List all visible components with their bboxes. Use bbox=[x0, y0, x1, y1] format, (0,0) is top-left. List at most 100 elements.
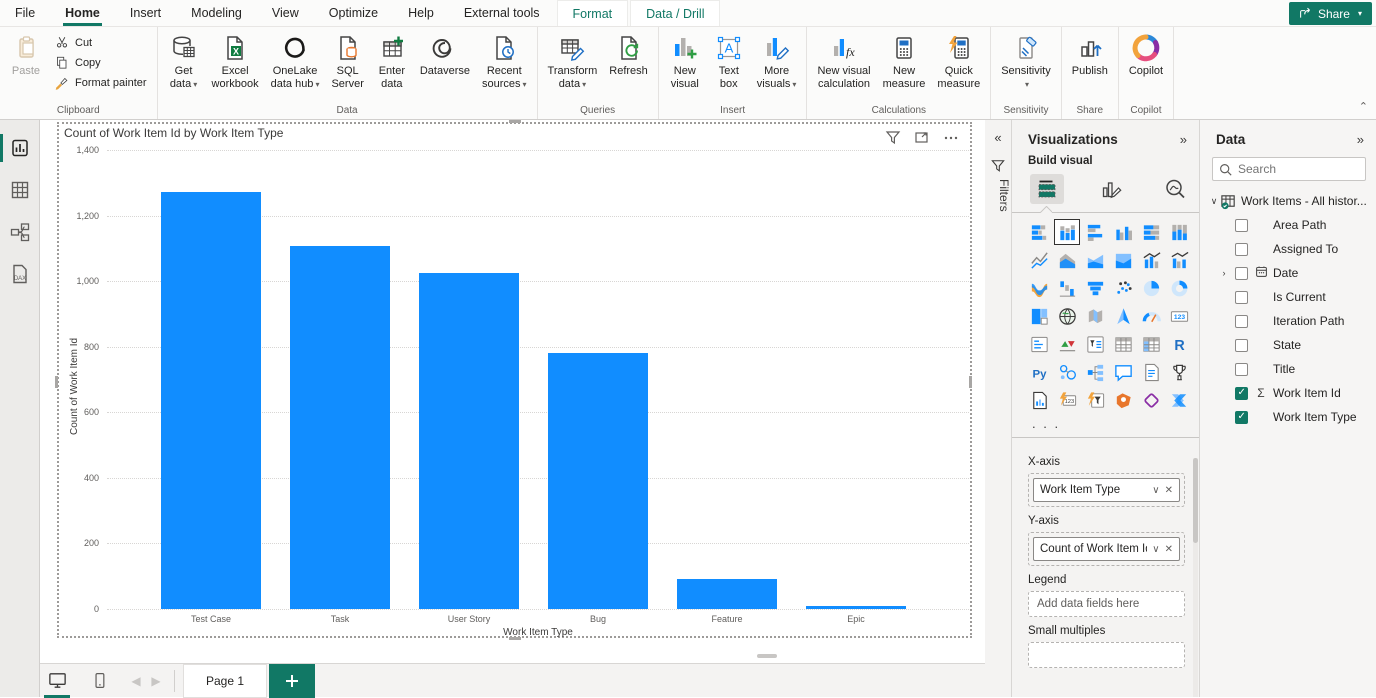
visual-type-ribbon-chart[interactable] bbox=[1026, 275, 1052, 301]
remove-field-icon[interactable]: ✕ bbox=[1165, 544, 1173, 555]
menu-tab-optimize[interactable]: Optimize bbox=[314, 0, 393, 26]
visual-type-treemap[interactable] bbox=[1026, 303, 1052, 329]
visual-type-waterfall-chart[interactable] bbox=[1054, 275, 1080, 301]
tab-format-visual[interactable] bbox=[1094, 174, 1128, 204]
cut-button[interactable]: Cut bbox=[48, 33, 153, 53]
visual-type-pie-chart[interactable] bbox=[1138, 275, 1164, 301]
enter-data-button[interactable]: Enterdata bbox=[370, 31, 414, 94]
field-checkbox[interactable] bbox=[1235, 243, 1248, 256]
tab-analytics[interactable] bbox=[1158, 174, 1192, 204]
visual-type-gauge[interactable] bbox=[1138, 303, 1164, 329]
page-tab[interactable]: Page 1 bbox=[183, 664, 267, 698]
new-visual-button[interactable]: Newvisual bbox=[663, 31, 707, 94]
visual-type-power-apps[interactable] bbox=[1138, 387, 1164, 413]
resize-handle[interactable] bbox=[55, 376, 58, 388]
ribbon-collapse-button[interactable]: ⌃ bbox=[1359, 100, 1368, 113]
sql-server-button[interactable]: SQLServer bbox=[325, 31, 369, 94]
visual-type-slicer[interactable] bbox=[1082, 331, 1108, 357]
resize-handle[interactable] bbox=[509, 637, 521, 640]
add-page-button[interactable] bbox=[269, 664, 315, 698]
visual-type-donut-chart[interactable] bbox=[1166, 275, 1192, 301]
menu-tab-format[interactable]: Format bbox=[557, 0, 629, 26]
focus-mode-icon[interactable] bbox=[914, 130, 934, 146]
visual-type-stacked-bar-chart[interactable] bbox=[1026, 219, 1052, 245]
get-more-visuals-button[interactable]: . . . bbox=[1012, 414, 1199, 437]
visual-type-scatter-chart[interactable] bbox=[1110, 275, 1136, 301]
menu-tab-file[interactable]: File bbox=[0, 0, 50, 26]
recent-sources-button[interactable]: Recentsources▾ bbox=[476, 31, 533, 94]
bar-user-story[interactable] bbox=[419, 273, 519, 609]
menu-tab-modeling[interactable]: Modeling bbox=[176, 0, 257, 26]
field-row-area-path[interactable]: Area Path bbox=[1200, 213, 1376, 237]
bar-feature[interactable] bbox=[677, 579, 777, 609]
filter-icon[interactable] bbox=[885, 130, 905, 146]
collapse-data-pane-icon[interactable]: » bbox=[1357, 132, 1364, 147]
visual-type-clustered-column-chart[interactable] bbox=[1110, 219, 1136, 245]
visual-type-funnel-chart[interactable] bbox=[1082, 275, 1108, 301]
remove-field-icon[interactable]: ✕ bbox=[1165, 485, 1173, 496]
wells-scrollbar[interactable] bbox=[1193, 458, 1198, 697]
visual-type-decomposition-tree[interactable] bbox=[1082, 359, 1108, 385]
visual-type-area-chart[interactable] bbox=[1054, 247, 1080, 273]
visual-type-r-script-visual[interactable]: R bbox=[1166, 331, 1192, 357]
visual-type-line-chart[interactable] bbox=[1026, 247, 1052, 273]
visual-type-smart-narrative[interactable] bbox=[1138, 359, 1164, 385]
nav-report-view[interactable] bbox=[0, 128, 40, 168]
field-row-work-item-type[interactable]: Work Item Type bbox=[1200, 405, 1376, 429]
tab-build-visual[interactable] bbox=[1030, 174, 1064, 204]
publish-button[interactable]: Publish bbox=[1066, 31, 1114, 81]
expand-filters-icon[interactable]: « bbox=[985, 130, 1011, 145]
visual-type-paginated-report[interactable] bbox=[1026, 387, 1052, 413]
visual-type-card[interactable]: 123 bbox=[1166, 303, 1192, 329]
search-box[interactable] bbox=[1212, 157, 1366, 181]
field-pill[interactable]: Work Item Type∨✕ bbox=[1033, 478, 1180, 502]
sensitivity-button[interactable]: Sensitivity▾ bbox=[995, 31, 1057, 94]
next-page-icon[interactable]: ▶ bbox=[146, 674, 166, 688]
visual-type-kpi[interactable] bbox=[1054, 331, 1080, 357]
menu-tab-insert[interactable]: Insert bbox=[115, 0, 176, 26]
text-box-button[interactable]: ATextbox bbox=[707, 31, 751, 94]
visual-type-filled-map[interactable] bbox=[1082, 303, 1108, 329]
share-button[interactable]: Share ▾ bbox=[1289, 2, 1372, 25]
field-checkbox[interactable] bbox=[1235, 219, 1248, 232]
copy-button[interactable]: Copy bbox=[48, 53, 153, 73]
visual-type-table[interactable] bbox=[1110, 331, 1136, 357]
visual-type-line-and-clustered-column-chart[interactable] bbox=[1166, 247, 1192, 273]
more-options-icon[interactable] bbox=[943, 130, 963, 146]
chevron-down-icon[interactable]: ∨ bbox=[1152, 544, 1159, 555]
field-row-assigned-to[interactable]: Assigned To bbox=[1200, 237, 1376, 261]
field-row-work-item-id[interactable]: ΣWork Item Id bbox=[1200, 381, 1376, 405]
visual-type-power-automate[interactable] bbox=[1166, 387, 1192, 413]
copilot-button[interactable]: Copilot bbox=[1123, 31, 1169, 81]
field-row-title[interactable]: Title bbox=[1200, 357, 1376, 381]
table-node[interactable]: ∨Work Items - All histor... bbox=[1200, 189, 1376, 213]
nav-model-view[interactable] bbox=[0, 212, 40, 252]
bar-bug[interactable] bbox=[548, 353, 648, 609]
desktop-layout-button[interactable] bbox=[40, 664, 74, 698]
bar-test-case[interactable] bbox=[161, 192, 261, 609]
field-checkbox[interactable] bbox=[1235, 387, 1248, 400]
well-small-multiples[interactable] bbox=[1028, 642, 1185, 668]
field-row-date[interactable]: ›Date bbox=[1200, 261, 1376, 285]
menu-tab-home[interactable]: Home bbox=[50, 0, 115, 26]
field-checkbox[interactable] bbox=[1235, 339, 1248, 352]
visual-type-q-and-a[interactable] bbox=[1110, 359, 1136, 385]
nav-table-view[interactable] bbox=[0, 170, 40, 210]
well-legend[interactable]: Add data fields here bbox=[1028, 591, 1185, 617]
resize-handle[interactable] bbox=[509, 120, 521, 123]
visual-type-azure-map[interactable] bbox=[1110, 303, 1136, 329]
expand-field-icon[interactable]: › bbox=[1218, 268, 1230, 278]
field-checkbox[interactable] bbox=[1235, 315, 1248, 328]
search-input[interactable] bbox=[1238, 162, 1348, 176]
prev-page-icon[interactable]: ◀ bbox=[126, 674, 146, 688]
visual-type-key-influencers[interactable] bbox=[1054, 359, 1080, 385]
quick-measure-button[interactable]: Quickmeasure bbox=[931, 31, 986, 94]
dataverse-button[interactable]: Dataverse bbox=[414, 31, 476, 81]
field-row-is-current[interactable]: Is Current bbox=[1200, 285, 1376, 309]
visual-type-line-and-stacked-column-chart[interactable] bbox=[1138, 247, 1164, 273]
more-visuals-button[interactable]: Morevisuals▾ bbox=[751, 31, 803, 94]
resize-handle[interactable] bbox=[969, 376, 972, 388]
format-painter-button[interactable]: Format painter bbox=[48, 73, 153, 93]
visual-type-stacked-column-chart[interactable] bbox=[1054, 219, 1080, 245]
field-row-iteration-path[interactable]: Iteration Path bbox=[1200, 309, 1376, 333]
